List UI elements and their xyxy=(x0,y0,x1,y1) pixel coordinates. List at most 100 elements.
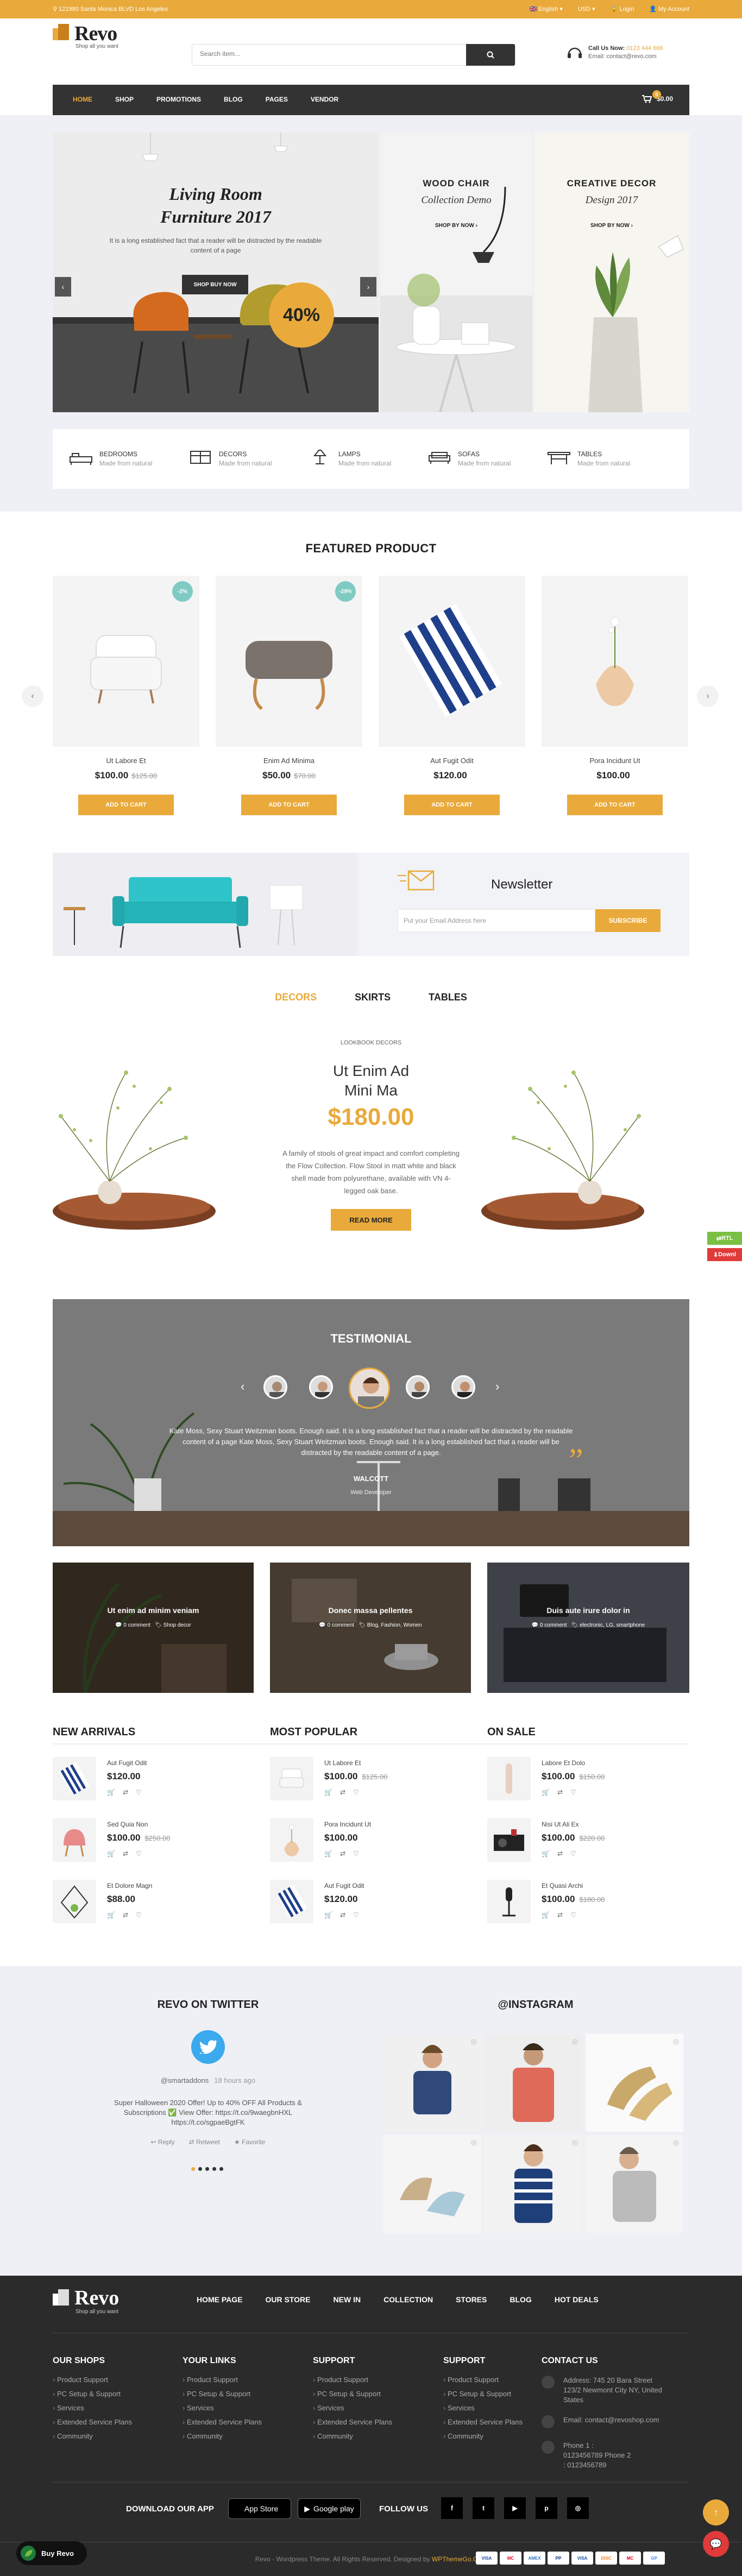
product-name[interactable]: Aut Fugit Odit xyxy=(324,1882,364,1890)
cart-icon[interactable]: 🛒 xyxy=(324,1850,332,1857)
cart-icon[interactable]: 🛒 xyxy=(324,1911,332,1919)
list-item[interactable]: Nisi Ut Ali Ex $100.00 $220.00 🛒 ⇄ ♡ xyxy=(487,1818,683,1867)
retweet-link[interactable]: ⇄ Retweet xyxy=(189,2138,220,2146)
google-play-button[interactable]: ▶ Google play xyxy=(298,2498,361,2519)
footer-link[interactable]: Services xyxy=(443,2404,525,2412)
product-name[interactable]: Ut Labore Et xyxy=(53,757,199,765)
twitter-pager[interactable] xyxy=(191,2167,223,2171)
list-item[interactable]: Sed Quia Non $100.00 $250.00 🛒 ⇄ ♡ xyxy=(53,1818,248,1867)
nav-pages[interactable]: PAGES xyxy=(266,96,288,103)
avatar[interactable] xyxy=(451,1375,475,1399)
compare-icon[interactable]: ⇄ xyxy=(557,1911,563,1919)
footer-nav-our-store[interactable]: OUR STORE xyxy=(266,2295,311,2304)
product-name[interactable]: Ut Labore Et xyxy=(324,1759,361,1767)
banner-prev-arrow[interactable]: ‹ xyxy=(55,277,71,297)
blog-card[interactable]: Duis aute irure dolor in 💬 0 comment 🏷 e… xyxy=(487,1563,689,1693)
product-image[interactable]: -2% xyxy=(53,576,199,747)
nav-shop[interactable]: SHOP xyxy=(115,96,134,103)
twitter-bird-icon[interactable] xyxy=(191,2030,225,2064)
footer-link[interactable]: Extended Service Plans xyxy=(53,2418,132,2426)
list-item[interactable]: Aut Fugit Odit $120.00 🛒 ⇄ ♡ xyxy=(53,1757,248,1806)
footer-link[interactable]: Extended Service Plans xyxy=(183,2418,262,2426)
footer-link[interactable]: Product Support xyxy=(53,2376,132,2384)
footer-link[interactable]: Extended Service Plans xyxy=(313,2418,392,2426)
compare-icon[interactable]: ⇄ xyxy=(557,1788,563,1796)
footer-link[interactable]: Extended Service Plans xyxy=(443,2418,525,2426)
add-to-cart-button[interactable]: ADD TO CART xyxy=(78,795,174,815)
wishlist-icon[interactable]: ♡ xyxy=(353,1788,359,1796)
add-to-cart-button[interactable]: ADD TO CART xyxy=(241,795,337,815)
category-tables[interactable]: TABLES Made from natural xyxy=(547,448,656,470)
category-sofas[interactable]: SOFAS Made from natural xyxy=(427,448,536,470)
product-name[interactable]: Labore Et Dolo xyxy=(542,1759,585,1767)
footer-link[interactable]: Community xyxy=(53,2432,132,2440)
footer-link[interactable]: Community xyxy=(313,2432,392,2440)
wishlist-icon[interactable]: ♡ xyxy=(570,1911,576,1919)
compare-icon[interactable]: ⇄ xyxy=(340,1850,345,1857)
footer-nav-home[interactable]: HOME PAGE xyxy=(197,2295,243,2304)
contact-email[interactable]: Email: contact@revo.com xyxy=(588,53,657,60)
shop-buy-now-button[interactable]: SHOP BUY NOW xyxy=(182,275,248,294)
product-card[interactable]: Pora Incidunt Ut $100.00 ADD TO CART xyxy=(542,576,688,817)
list-item[interactable]: Et Dolore Magn $88.00 🛒 ⇄ ♡ xyxy=(53,1880,248,1929)
list-item[interactable]: Et Quasi Archi $100.00 $180.00 🛒 ⇄ ♡ xyxy=(487,1880,683,1929)
compare-icon[interactable]: ⇄ xyxy=(123,1911,128,1919)
wishlist-icon[interactable]: ♡ xyxy=(570,1850,576,1857)
footer-link[interactable]: Community xyxy=(443,2432,525,2440)
testimonial-next-arrow[interactable]: › xyxy=(495,1380,499,1394)
cart-icon[interactable]: 🛒 xyxy=(324,1788,332,1796)
wishlist-icon[interactable]: ♡ xyxy=(353,1850,359,1857)
youtube-icon[interactable]: ▶ xyxy=(504,2497,526,2519)
compare-icon[interactable]: ⇄ xyxy=(340,1911,345,1919)
facebook-icon[interactable]: f xyxy=(441,2497,463,2519)
footer-nav-new-in[interactable]: NEW IN xyxy=(334,2295,361,2304)
footer-link[interactable]: PC Setup & Support xyxy=(53,2390,132,2398)
read-more-button[interactable]: READ MORE xyxy=(331,1209,411,1231)
footer-link[interactable]: Services xyxy=(313,2404,392,2412)
add-to-cart-button[interactable]: ADD TO CART xyxy=(404,795,500,815)
instagram-icon[interactable]: ◎ xyxy=(567,2497,589,2519)
footer-nav-stores[interactable]: STORES xyxy=(456,2295,487,2304)
footer-logo[interactable]: Revo Shop all you want xyxy=(53,2284,140,2316)
wishlist-icon[interactable]: ♡ xyxy=(570,1788,576,1796)
creative-decor-banner[interactable]: CREATIVE DECOR Design 2017 SHOP BY NOW › xyxy=(534,133,689,412)
product-name[interactable]: Enim Ad Minima xyxy=(216,757,362,765)
pinterest-icon[interactable]: p xyxy=(536,2497,557,2519)
currency-select[interactable]: USD ▾ xyxy=(578,5,595,12)
wishlist-icon[interactable]: ♡ xyxy=(136,1788,142,1796)
language-select[interactable]: 🇬🇧 English ▾ xyxy=(529,5,562,12)
instagram-photo[interactable]: ◎ xyxy=(383,2135,481,2233)
nav-promotions[interactable]: PROMOTIONS xyxy=(156,96,201,103)
avatar[interactable] xyxy=(349,1368,390,1409)
product-card[interactable]: -29% Enim Ad Minima $50.00 $70.00 ADD TO … xyxy=(216,576,362,817)
favorite-link[interactable]: ★ Favorite xyxy=(234,2138,265,2146)
chat-button[interactable]: 💬 xyxy=(703,2531,729,2557)
featured-prev-arrow[interactable]: ‹ xyxy=(22,685,43,707)
footer-link[interactable]: Product Support xyxy=(183,2376,262,2384)
cart-icon[interactable]: 🛒 xyxy=(542,1850,550,1857)
cart-icon[interactable]: 🛒 xyxy=(107,1788,115,1796)
product-card[interactable]: Aut Fugit Odit $120.00 ADD TO CART xyxy=(379,576,525,817)
search-button[interactable] xyxy=(466,44,515,66)
wishlist-icon[interactable]: ♡ xyxy=(136,1850,142,1857)
category-decors[interactable]: DECORS Made from natural xyxy=(188,448,297,470)
footer-link[interactable]: Services xyxy=(53,2404,132,2412)
rtl-button[interactable]: ⇄ RTL xyxy=(707,1232,742,1245)
nav-vendor[interactable]: VENDOR xyxy=(311,96,338,103)
blog-title[interactable]: Ut enim ad minim veniam xyxy=(53,1606,254,1615)
tab-tables[interactable]: TABLES xyxy=(429,992,467,1003)
tab-decors[interactable]: DECORS xyxy=(275,992,317,1003)
footer-link[interactable]: PC Setup & Support xyxy=(313,2390,392,2398)
product-name[interactable]: Sed Quia Non xyxy=(107,1821,148,1828)
mini-cart[interactable]: 0 $0.00 xyxy=(642,90,673,103)
cart-icon[interactable]: 🛒 xyxy=(107,1850,115,1857)
footer-link[interactable]: Community xyxy=(183,2432,262,2440)
wishlist-icon[interactable]: ♡ xyxy=(353,1911,359,1919)
product-name[interactable]: Pora Incidunt Ut xyxy=(324,1821,371,1828)
footer-link[interactable]: Product Support xyxy=(313,2376,392,2384)
product-name[interactable]: Aut Fugit Odit xyxy=(379,757,525,765)
reply-link[interactable]: ↩ Reply xyxy=(151,2138,175,2146)
wood-chair-banner[interactable]: WOOD CHAIR Collection Demo SHOP BY NOW › xyxy=(380,133,532,412)
category-bedrooms[interactable]: BEDROOMS Made from natural xyxy=(69,448,178,470)
product-image[interactable]: -29% xyxy=(216,576,362,747)
